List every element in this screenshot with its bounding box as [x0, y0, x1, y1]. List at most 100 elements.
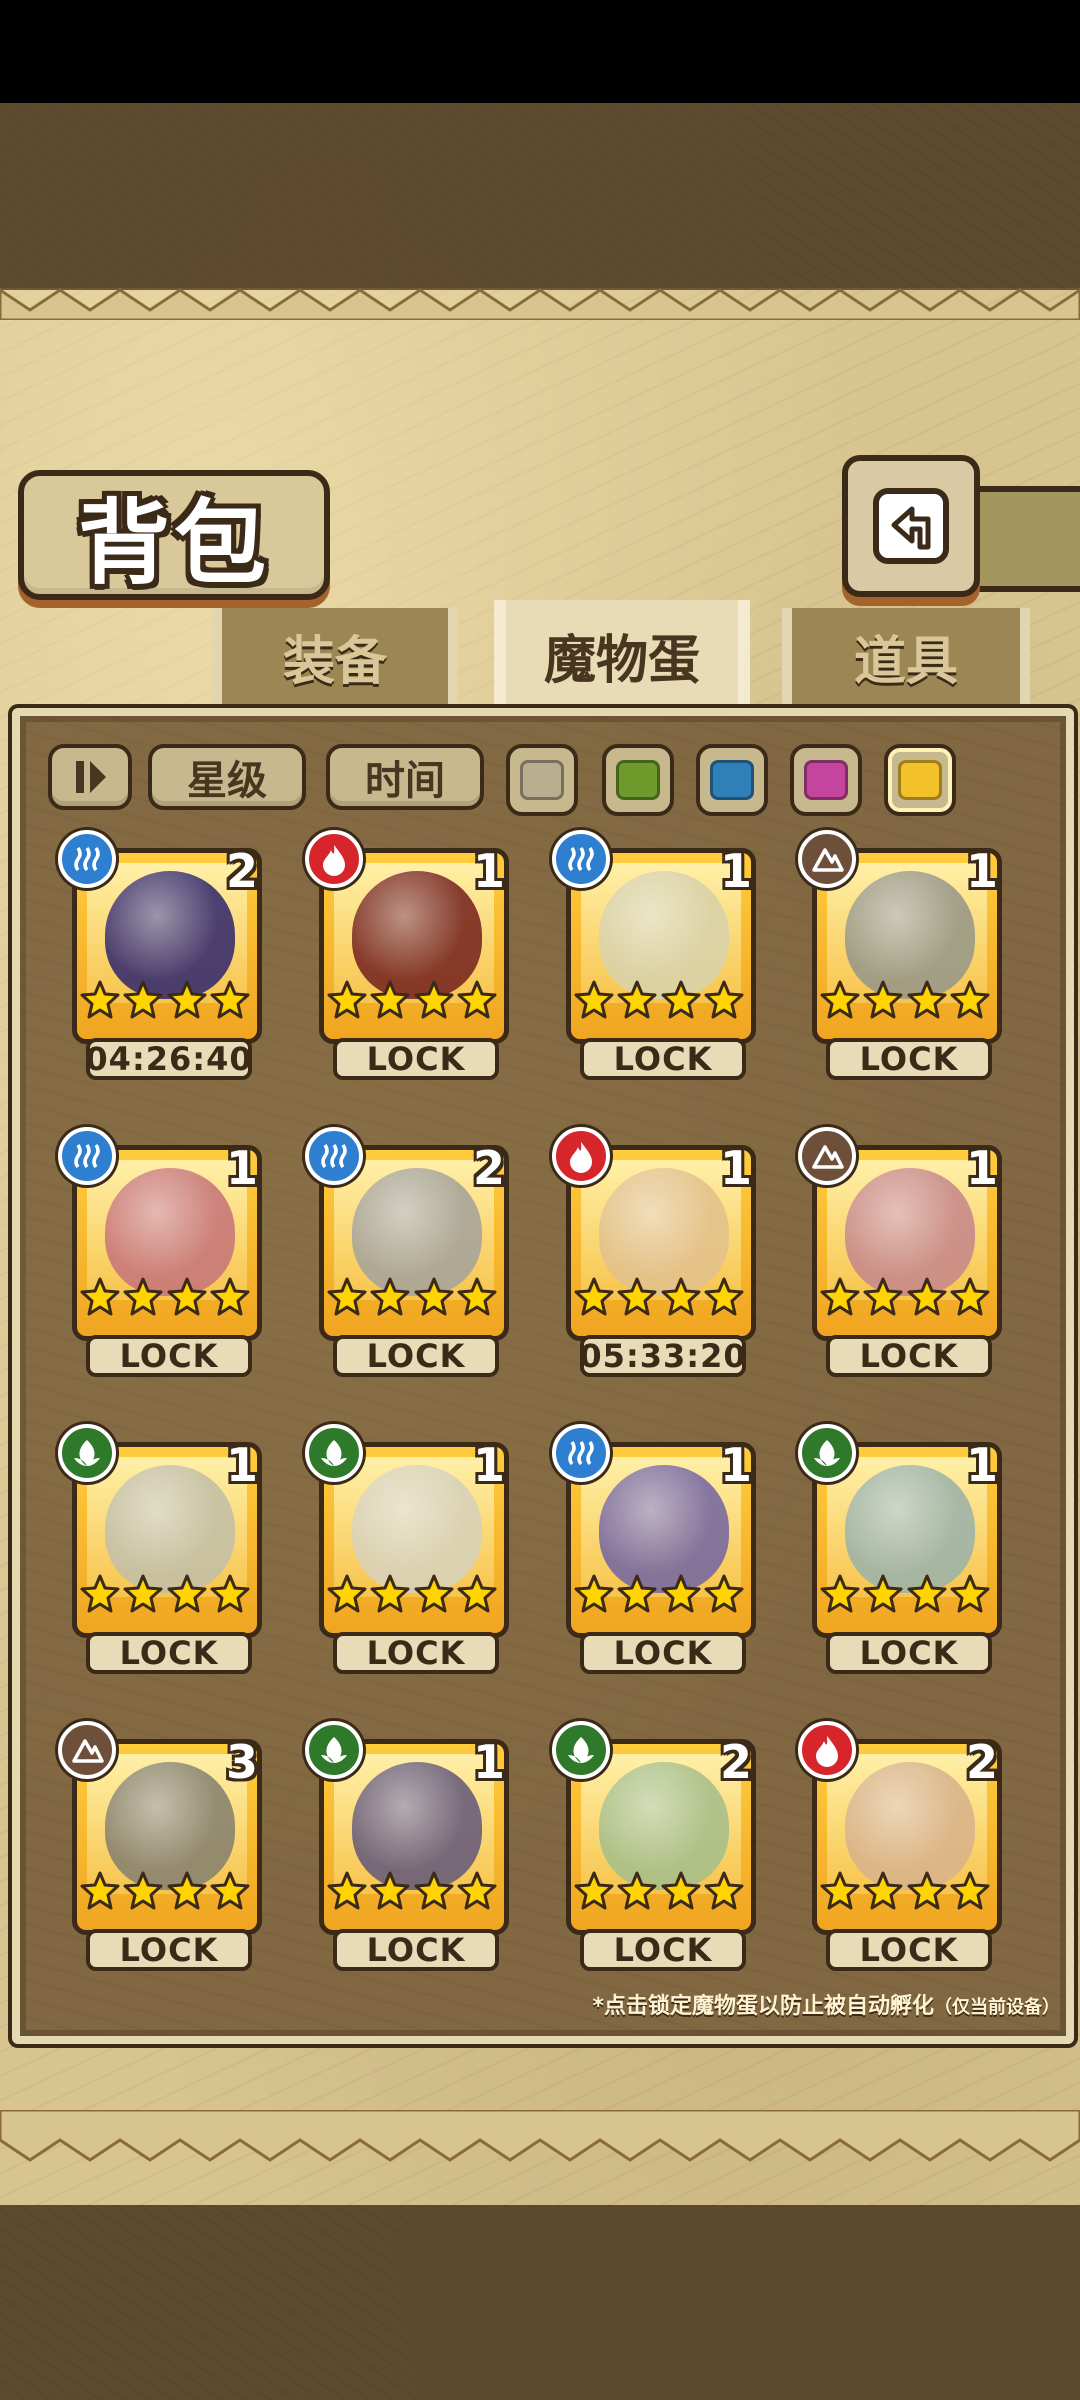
- egg-status[interactable]: LOCK: [333, 1335, 499, 1377]
- sort-order-button[interactable]: [48, 744, 132, 810]
- tab-monster-eggs[interactable]: 魔物蛋: [494, 600, 750, 710]
- tab-equipment[interactable]: 装备: [212, 608, 458, 704]
- star-icon: [617, 1277, 657, 1317]
- hint-main-text: *点击锁定魔物蛋以防止被自动孵化: [592, 1994, 934, 2019]
- time-filter-label: 时间: [365, 758, 445, 804]
- egg-card[interactable]: 1 LOCK: [305, 1721, 513, 1975]
- egg-status[interactable]: LOCK: [333, 1632, 499, 1674]
- egg-count: 1: [719, 1141, 752, 1195]
- fire-element-icon: [798, 1721, 856, 1779]
- star-icon: [370, 1871, 410, 1911]
- star-icon: [414, 1277, 454, 1317]
- egg-status[interactable]: LOCK: [86, 1929, 252, 1971]
- map-band-bottom: [0, 2205, 1080, 2400]
- egg-card[interactable]: 1 05:33:20: [552, 1127, 760, 1381]
- star-icon: [863, 1277, 903, 1317]
- star-icon: [370, 980, 410, 1020]
- egg-count: 3: [225, 1735, 258, 1789]
- egg-status[interactable]: LOCK: [333, 1038, 499, 1080]
- tab-bar: 装备 魔物蛋 道具: [0, 600, 1080, 718]
- earth-element-icon: [58, 1721, 116, 1779]
- fire-element-icon: [552, 1127, 610, 1185]
- sort-by-star-button[interactable]: 星级: [148, 744, 306, 810]
- egg-count: 2: [225, 844, 258, 898]
- star-rating: [820, 980, 990, 1028]
- star-icon: [457, 1871, 497, 1911]
- star-rating: [327, 1574, 497, 1622]
- star-rating: [574, 1871, 744, 1919]
- star-icon: [617, 1574, 657, 1614]
- star-icon: [210, 1277, 250, 1317]
- star-rating: [327, 980, 497, 1028]
- color-filter-blue[interactable]: [696, 744, 768, 816]
- egg-card[interactable]: 2 LOCK: [798, 1721, 1006, 1975]
- egg-card[interactable]: 2 LOCK: [552, 1721, 760, 1975]
- map-band-top: [0, 103, 1080, 288]
- star-icon: [457, 980, 497, 1020]
- egg-status[interactable]: LOCK: [580, 1038, 746, 1080]
- star-rating: [80, 1574, 250, 1622]
- star-icon: [863, 980, 903, 1020]
- egg-count: 1: [472, 844, 505, 898]
- earth-element-icon: [798, 1127, 856, 1185]
- egg-status[interactable]: LOCK: [580, 1632, 746, 1674]
- star-icon: [327, 1574, 367, 1614]
- egg-card[interactable]: 2 LOCK: [305, 1127, 513, 1381]
- egg-count: 1: [965, 844, 998, 898]
- egg-count: 2: [472, 1141, 505, 1195]
- color-filter-gray[interactable]: [506, 744, 578, 816]
- egg-status[interactable]: LOCK: [333, 1929, 499, 1971]
- star-icon: [661, 980, 701, 1020]
- egg-status[interactable]: LOCK: [826, 1335, 992, 1377]
- egg-status[interactable]: LOCK: [580, 1929, 746, 1971]
- color-filter-pink[interactable]: [790, 744, 862, 816]
- star-icon: [167, 1871, 207, 1911]
- page-title: 背包: [77, 489, 270, 597]
- back-button[interactable]: [842, 455, 980, 597]
- star-rating: [820, 1871, 990, 1919]
- star-icon: [80, 980, 120, 1020]
- egg-card[interactable]: 1 LOCK: [798, 830, 1006, 1084]
- egg-card[interactable]: 1 LOCK: [58, 1127, 266, 1381]
- star-rating: [574, 980, 744, 1028]
- egg-count: 1: [225, 1141, 258, 1195]
- tab-label: 魔物蛋: [543, 630, 700, 691]
- egg-status[interactable]: LOCK: [86, 1632, 252, 1674]
- star-icon: [414, 980, 454, 1020]
- egg-card[interactable]: 2 04:26:40: [58, 830, 266, 1084]
- egg-status[interactable]: LOCK: [826, 1929, 992, 1971]
- star-icon: [457, 1277, 497, 1317]
- egg-status[interactable]: LOCK: [826, 1632, 992, 1674]
- star-rating: [327, 1871, 497, 1919]
- star-filter-label: 星级: [187, 758, 267, 804]
- color-filter-green[interactable]: [602, 744, 674, 816]
- star-icon: [820, 1574, 860, 1614]
- star-icon: [370, 1277, 410, 1317]
- sort-order-icon: [76, 761, 106, 793]
- tab-items[interactable]: 道具: [782, 608, 1030, 704]
- star-icon: [950, 1574, 990, 1614]
- egg-card[interactable]: 1 LOCK: [552, 830, 760, 1084]
- egg-status[interactable]: 05:33:20: [579, 1335, 746, 1377]
- water-element-icon: [552, 830, 610, 888]
- egg-status[interactable]: 04:26:40: [85, 1038, 252, 1080]
- sort-by-time-button[interactable]: 时间: [326, 744, 484, 810]
- egg-card[interactable]: 1 LOCK: [798, 1424, 1006, 1678]
- star-icon: [123, 1871, 163, 1911]
- star-icon: [820, 1871, 860, 1911]
- egg-card[interactable]: 3 LOCK: [58, 1721, 266, 1975]
- egg-card[interactable]: 1 LOCK: [552, 1424, 760, 1678]
- water-element-icon: [58, 1127, 116, 1185]
- egg-card[interactable]: 1 LOCK: [305, 830, 513, 1084]
- star-icon: [661, 1871, 701, 1911]
- egg-count: 1: [965, 1141, 998, 1195]
- color-filter-yellow[interactable]: [884, 744, 956, 816]
- zigzag-edge-top: [0, 288, 1080, 320]
- status-bar: [0, 0, 1080, 103]
- egg-card[interactable]: 1 LOCK: [58, 1424, 266, 1678]
- egg-card[interactable]: 1 LOCK: [305, 1424, 513, 1678]
- egg-status[interactable]: LOCK: [86, 1335, 252, 1377]
- egg-status[interactable]: LOCK: [826, 1038, 992, 1080]
- grass-element-icon: [58, 1424, 116, 1482]
- egg-card[interactable]: 1 LOCK: [798, 1127, 1006, 1381]
